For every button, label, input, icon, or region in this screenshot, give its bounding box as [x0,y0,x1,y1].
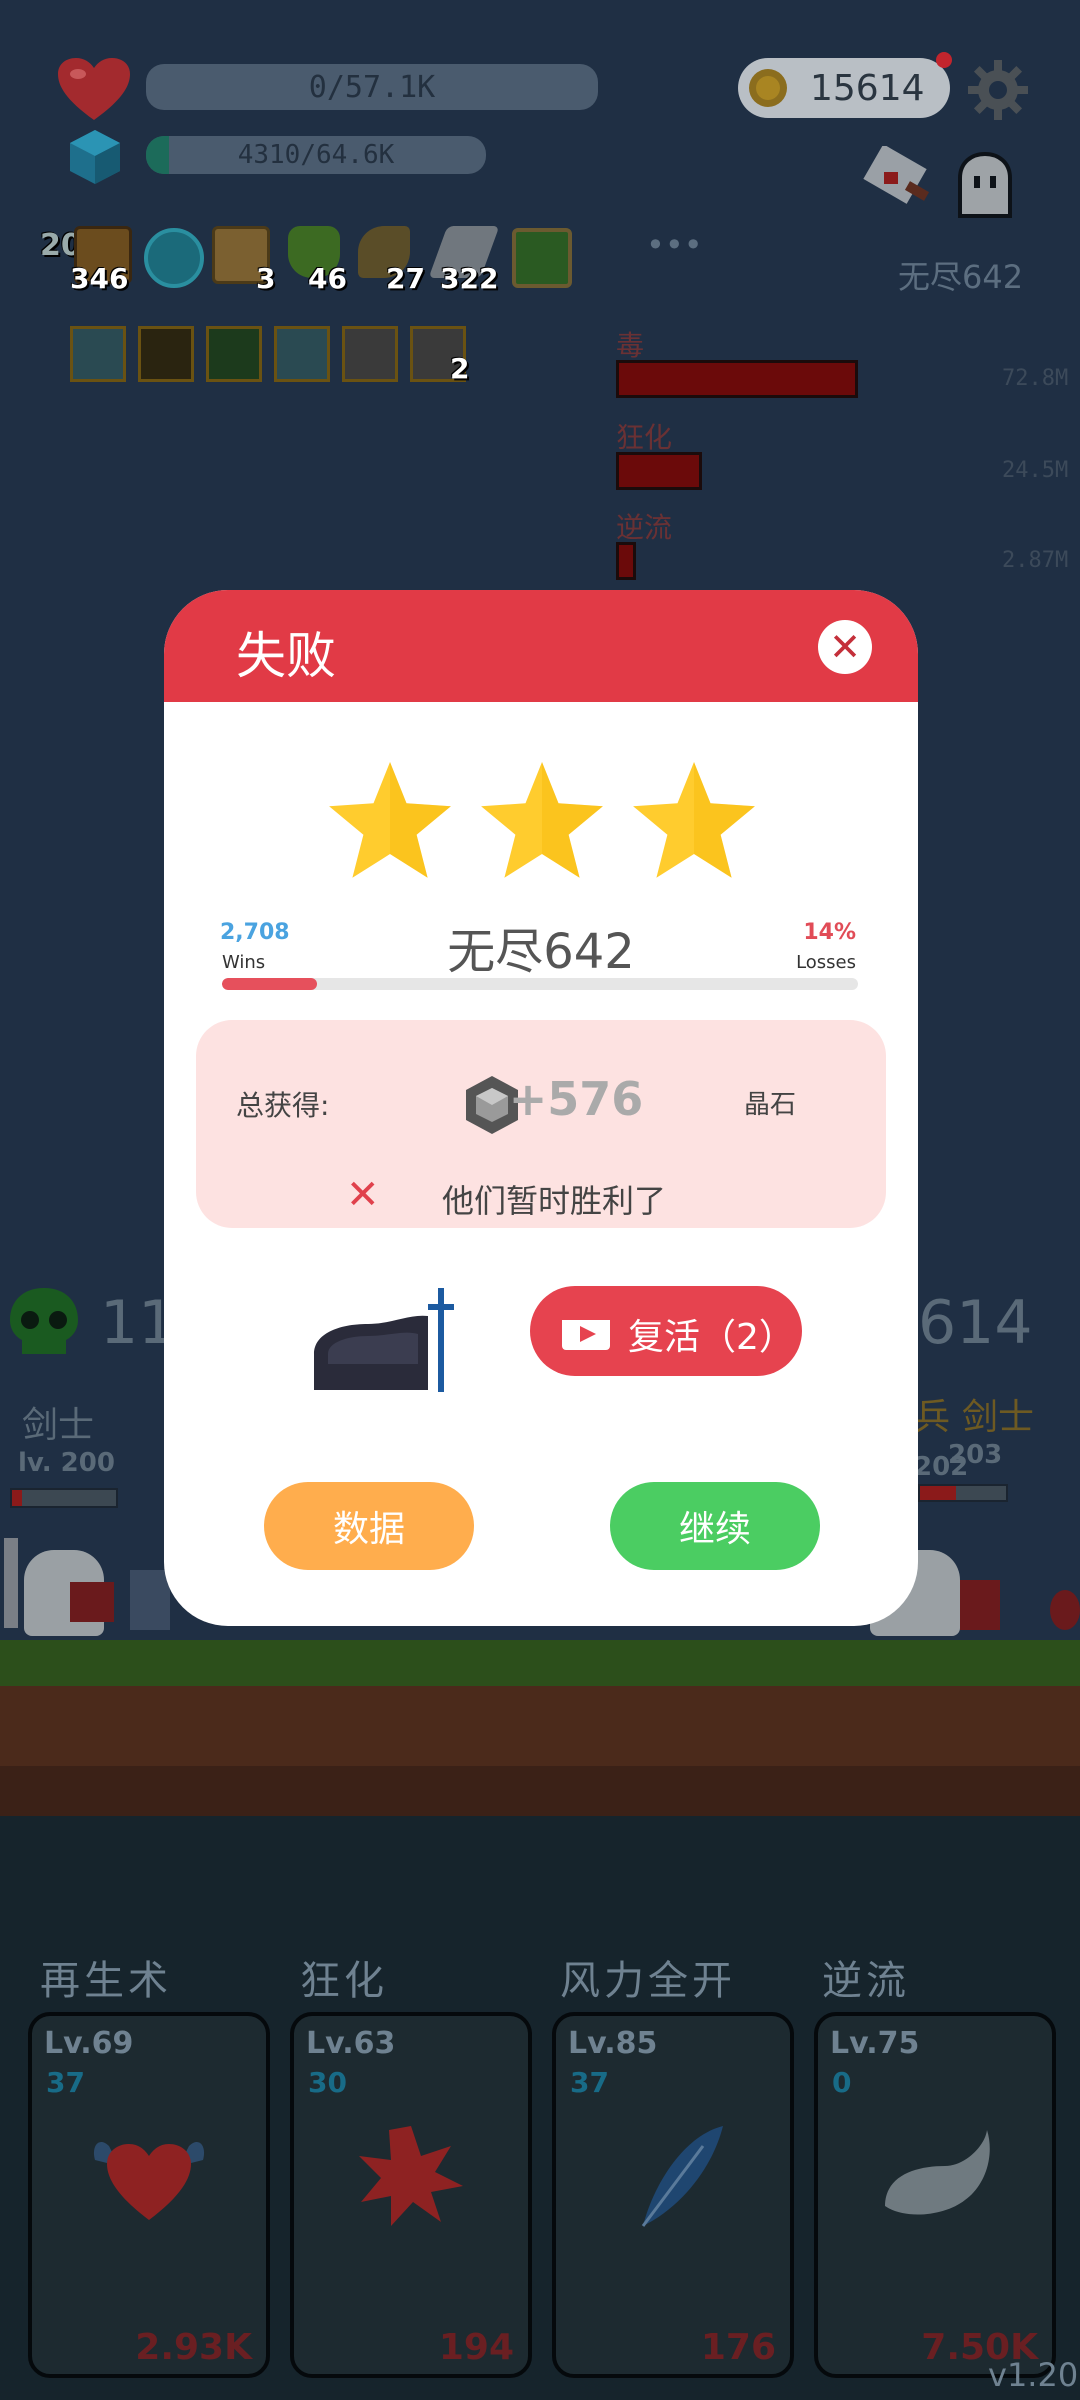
reward-label: 总获得: [236,1089,330,1122]
fail-x-icon: ✕ [346,1172,380,1218]
win-progress-bar [222,978,858,990]
star-rating [329,762,755,878]
close-button[interactable]: ✕ [818,620,872,674]
dialog-header: 失败 ✕ [164,590,918,702]
result-dialog: 失败 ✕ 2,708 Wins 无尽642 14% Losses 总获得: +5… [164,590,918,1626]
stats-button-label: 数据 [332,1509,405,1550]
revive-label: 复活（2） [628,1317,795,1358]
win-progress-fill [222,978,318,990]
revive-button[interactable]: 复活（2） [530,1286,802,1376]
reward-panel: 总获得: +576 晶石 ✕ 他们暂时胜利了 [196,1020,886,1228]
continue-button-label: 继续 [678,1509,751,1550]
fallen-hero-icon [314,1288,454,1392]
reward-amount: +576 [508,1072,644,1126]
close-icon: ✕ [829,625,861,669]
result-message: 他们暂时胜利了 [442,1182,667,1220]
loss-label: Losses [796,952,856,973]
reward-unit: 晶石 [744,1090,797,1120]
stats-button[interactable]: 数据 [264,1482,474,1570]
loss-percent: 14% [803,920,856,945]
continue-button[interactable]: 继续 [610,1482,820,1570]
video-icon [562,1312,610,1350]
dialog-title: 失败 [236,627,336,685]
